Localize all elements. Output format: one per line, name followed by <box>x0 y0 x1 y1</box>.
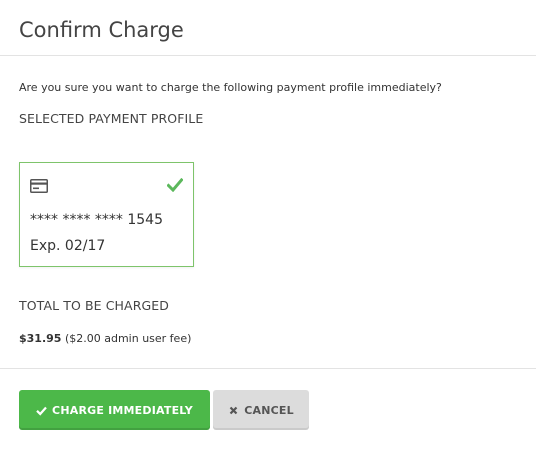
credit-card-icon <box>30 178 48 193</box>
card-expiration: Exp. 02/17 <box>30 238 106 254</box>
charge-immediately-button[interactable]: CHARGE IMMEDIATELY <box>19 390 210 430</box>
confirmation-question: Are you sure you want to charge the foll… <box>19 81 442 94</box>
total-amount: $31.95 <box>19 332 62 345</box>
total-line: $31.95 ($2.00 admin user fee) <box>19 331 191 347</box>
cancel-button[interactable]: CANCEL <box>213 390 309 430</box>
cancel-button-label: CANCEL <box>244 403 294 417</box>
modal-title: Confirm Charge <box>19 18 184 42</box>
selected-profile-label: SELECTED PAYMENT PROFILE <box>19 111 204 126</box>
charge-button-label: CHARGE IMMEDIATELY <box>52 403 193 417</box>
fee-note: ($2.00 admin user fee) <box>64 332 192 345</box>
payment-profile-card[interactable]: **** **** **** 1545 Exp. 02/17 <box>19 162 194 267</box>
close-x-icon <box>228 405 239 416</box>
modal-header: Confirm Charge <box>0 0 536 56</box>
modal-footer: CHARGE IMMEDIATELY CANCEL <box>0 368 536 452</box>
checkmark-icon <box>166 177 184 193</box>
checkmark-icon <box>36 405 47 416</box>
total-label: TOTAL TO BE CHARGED <box>19 298 169 313</box>
masked-card-number: **** **** **** 1545 <box>30 212 163 228</box>
